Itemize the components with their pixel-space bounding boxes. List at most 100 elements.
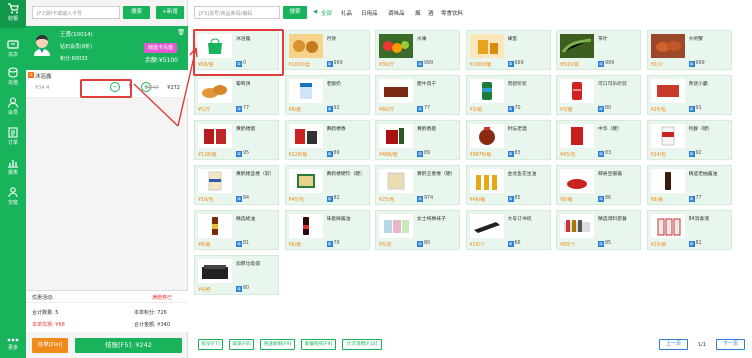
product-card[interactable]: 青烧小霸 ¥25/包 库 91 — [646, 75, 732, 115]
sidebar-item-label: 会员 — [7, 110, 18, 116]
tab-liquor[interactable]: 酒 — [428, 9, 434, 17]
checkout-button[interactable]: 结账[F5]: ¥242 — [75, 338, 182, 353]
command-button[interactable]: 指令[F7] — [198, 339, 223, 350]
product-name: 封坛老酒 — [507, 127, 527, 132]
member-search-input[interactable]: [F2]刷卡或输入卡号 — [32, 6, 120, 19]
product-price: ¥25/包 — [650, 108, 667, 113]
product-price: ¥5/双 — [379, 243, 392, 248]
product-search-button[interactable]: 搜索 — [283, 6, 307, 19]
product-card[interactable]: 封坛老酒 ¥9876/瓶 库 83 — [465, 120, 551, 160]
product-card[interactable]: 茶叶 ¥500/袋 库 999 — [556, 30, 641, 70]
stock-value: 80 — [424, 241, 431, 246]
product-card[interactable]: 郫县豆瓣酱 ¥8/瓶 库 86 — [556, 165, 641, 205]
product-card[interactable]: 黄鹤楼蓝楼（软） ¥19/包 库 84 — [194, 165, 279, 205]
product-card[interactable]: 女士纯棉袜子 ¥5/双 库 80 — [375, 210, 460, 250]
product-card[interactable]: 金龙鱼花生油 ¥46/桶 库 85 — [465, 165, 551, 205]
product-search-input[interactable]: [F3]货号/商品条码/编码 — [194, 6, 280, 19]
quick-checkout-button[interactable]: 快速收银[F9] — [260, 339, 295, 350]
sidebar-item-handover[interactable]: 交班 — [0, 184, 26, 212]
product-stock: 库 80 — [598, 106, 611, 112]
new-member-button[interactable]: +新增 — [156, 6, 184, 19]
product-card[interactable]: 蜂蜜 ¥1000/罐 库 999 — [465, 30, 551, 70]
tab-gifts[interactable]: 礼品 — [341, 9, 352, 17]
product-image — [198, 79, 232, 103]
stock-value: 91 — [695, 106, 702, 111]
sidebar-item-recharge-count[interactable]: 充次 — [0, 36, 26, 64]
product-name: 大闸蟹 — [688, 37, 703, 42]
product-name: 中华（硬） — [598, 127, 622, 132]
take-order-button[interactable]: 取单[F8] — [229, 339, 254, 350]
sidebar-item-checkout[interactable]: 收银 — [0, 0, 26, 28]
product-card[interactable]: 加厚垃圾袋 ¥4/把 库 80 — [194, 255, 279, 295]
tab-tobacco[interactable]: 烟 — [415, 9, 421, 17]
product-stock: 库 80 — [417, 241, 430, 247]
product-name: 女士纯棉袜子 — [417, 217, 446, 222]
product-card[interactable]: 葡萄饼 ¥5/斤 库 77 — [194, 75, 279, 115]
stock-icon: 库 — [236, 241, 242, 247]
next-page-button[interactable]: 下一页 — [716, 339, 745, 350]
product-price: ¥30/斤 — [379, 63, 395, 68]
product-stock: 库 999 — [598, 61, 614, 67]
product-card[interactable]: 老酸奶 ¥8/瓶 库 92 — [284, 75, 370, 115]
tab-all[interactable]: 全部 — [321, 9, 332, 17]
product-card[interactable]: 精选蚝油 ¥8/瓶 库 81 — [194, 210, 279, 250]
more-dots-icon — [7, 338, 19, 342]
product-card[interactable]: 黄鹤楼烟 ¥128/瓶 库 95 — [194, 120, 279, 160]
stock-icon: 库 — [598, 151, 604, 157]
tab-snacks[interactable]: 零食饮料 — [441, 9, 463, 17]
trash-icon[interactable]: 🗑 — [177, 29, 185, 36]
product-card[interactable]: 月饼 ¥1000/盒 库 999 — [284, 30, 370, 70]
stock-value: 974 — [424, 196, 434, 201]
product-card[interactable]: 84消毒液 ¥15/瓶 库 82 — [646, 210, 732, 250]
coin-icon — [8, 67, 18, 78]
product-image — [650, 169, 685, 193]
product-card[interactable]: 可口可乐听装 ¥3/瓶 库 80 — [556, 75, 641, 115]
product-image — [288, 214, 323, 238]
promo-row: 优惠活动: 满赠券已 — [26, 290, 188, 302]
count-consume-button[interactable]: 计次消费[F10] — [342, 339, 382, 350]
stock-icon: 库 — [236, 196, 242, 202]
product-card[interactable]: 大闸蟹 ¥0/只 库 999 — [646, 30, 732, 70]
prev-page-button[interactable]: 上一页 — [659, 339, 688, 350]
sidebar-item-recharge[interactable]: 充值 — [0, 64, 26, 92]
stock-value: 89 — [424, 151, 431, 156]
product-name: 84消毒液 — [688, 217, 710, 222]
product-price: ¥3/瓶 — [560, 108, 573, 113]
sidebar-item-member[interactable]: 会员 — [0, 94, 26, 122]
promo-value[interactable]: 满赠券已 — [152, 294, 172, 301]
cart-item-price: ¥34.4 — [35, 85, 50, 91]
product-card[interactable]: 味极鲜酱油 ¥6/瓶 库 79 — [284, 210, 370, 250]
tab-daily[interactable]: 日用品 — [361, 9, 378, 17]
product-card[interactable]: 中华（硬） ¥45/包 库 83 — [556, 120, 641, 160]
recharge-card-button[interactable]: 储值卡充值 — [144, 43, 177, 53]
product-card[interactable]: 黄鹤香鹿 ¥468/瓶 库 89 — [375, 120, 460, 160]
stock-icon: 库 — [417, 241, 423, 247]
product-card[interactable]: 黄鹤王者楼（硬） ¥25/包 库 974 — [375, 165, 460, 205]
product-card[interactable]: 雪碧听装 ¥3/瓶 库 70 — [465, 75, 551, 115]
product-card[interactable]: 水果 ¥30/斤 库 999 — [375, 30, 460, 70]
sidebar-item-more[interactable]: 更多 — [0, 334, 26, 358]
product-card[interactable]: 黄鹤楼香 ¥128/瓶 库 89 — [284, 120, 370, 160]
sidebar-item-label: 充次 — [7, 52, 18, 58]
product-name: 精选老抽酱油 — [688, 172, 718, 177]
product-name: 味极鲜酱油 — [326, 217, 351, 222]
product-card[interactable]: 黄鹤楼硬珍（硬） ¥45/包 库 82 — [284, 165, 370, 205]
package-purchase-button[interactable]: 套餐购买[F9] — [301, 339, 336, 350]
tab-seasoning[interactable]: 调味品 — [388, 9, 405, 17]
product-card[interactable]: 腊牛肉干 ¥80/斤 库 77 — [375, 75, 460, 115]
category-prev-icon[interactable]: ◀ — [313, 9, 317, 15]
stock-icon: 库 — [417, 106, 423, 112]
member-search-button[interactable]: 搜索 — [123, 6, 150, 19]
summary-discount: 本单优惠: ¥68 — [32, 322, 65, 328]
product-stock: 库 91 — [688, 106, 702, 112]
sidebar-item-reports[interactable]: 报表 — [0, 154, 26, 182]
product-card[interactable]: 精选老抽酱油 ¥8/瓶 库 77 — [646, 165, 732, 205]
product-card[interactable]: 利群（硬） ¥14/包 库 92 — [646, 120, 732, 160]
product-stock: 库 77 — [688, 196, 702, 202]
product-image — [469, 124, 504, 148]
pending-order-button[interactable]: 挂单[Del] — [32, 338, 68, 353]
sidebar-item-orders[interactable]: 订单 — [0, 124, 26, 152]
product-card[interactable]: 精选调料套餐 ¥68/个 库 85 — [556, 210, 641, 250]
product-price: ¥128/瓶 — [198, 153, 217, 158]
product-card[interactable]: 大号订书机 ¥15/个 库 66 — [465, 210, 551, 250]
